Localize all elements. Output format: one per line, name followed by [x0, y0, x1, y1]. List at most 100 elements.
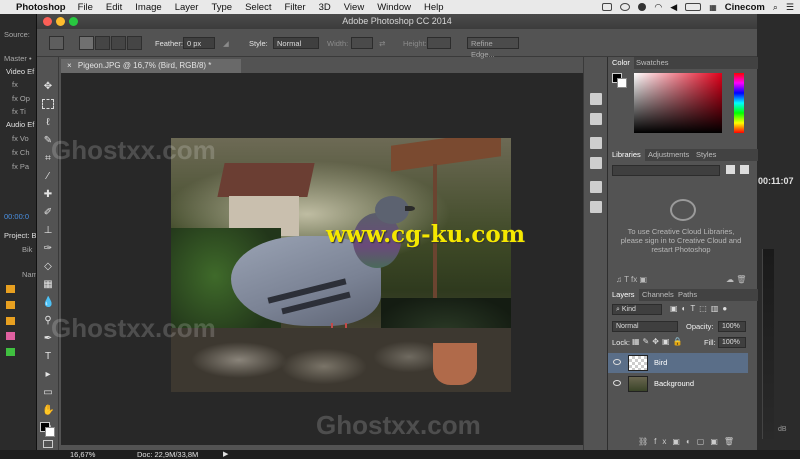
lock-icons[interactable]: ▦✎✥▣🔒: [632, 337, 685, 346]
layer-row-bird[interactable]: Bird: [608, 353, 748, 373]
canvas-area[interactable]: www.cg-ku.com Ghostxx.com Ghostxx.com Gh…: [51, 73, 609, 445]
character-panel-icon[interactable]: [590, 181, 602, 193]
fill-input[interactable]: 100%: [718, 337, 746, 348]
battery-icon[interactable]: [685, 3, 702, 11]
style-select[interactable]: Normal: [273, 37, 319, 49]
document-tab[interactable]: × Pigeon.JPG @ 16,7% (Bird, RGB/8) *: [61, 59, 241, 73]
hand-tool-icon[interactable]: ✋: [42, 405, 54, 417]
layer-row-background[interactable]: Background: [608, 374, 748, 394]
zoom-window-button[interactable]: [69, 17, 78, 26]
doc-size-info[interactable]: Doc: 22,9M/33,8M: [137, 450, 198, 459]
healing-tool-icon[interactable]: ✚: [42, 189, 54, 201]
history-panel-icon[interactable]: [590, 93, 602, 105]
feather-input[interactable]: 0 px: [183, 37, 215, 49]
spotlight-icon[interactable]: ⌕: [773, 2, 778, 13]
menu-filter[interactable]: Filter: [284, 2, 305, 13]
eyedropper-tool-icon[interactable]: ⁄: [42, 171, 54, 183]
clone-source-panel-icon[interactable]: [590, 157, 602, 169]
background-color-swatch[interactable]: [45, 427, 55, 437]
menu-window[interactable]: Window: [377, 2, 411, 13]
menu-edit[interactable]: Edit: [106, 2, 122, 13]
new-selection-button[interactable]: [79, 36, 94, 50]
layer-filter-icons[interactable]: ▣◐T⬚▥●: [670, 304, 731, 313]
notifications-icon[interactable]: ☰: [786, 2, 794, 13]
antialias-icon[interactable]: ◢: [223, 39, 229, 48]
library-select[interactable]: [612, 165, 720, 176]
user-account[interactable]: Cinecom: [725, 2, 765, 13]
list-view-icon[interactable]: [740, 165, 749, 174]
layer-name[interactable]: Bird: [654, 358, 667, 367]
library-footer-icons[interactable]: ♫ T fx ▣: [616, 275, 647, 284]
tab-libraries[interactable]: Libraries: [608, 149, 645, 161]
zoom-level[interactable]: 16,67%: [70, 450, 95, 459]
cc-icon[interactable]: [620, 3, 631, 11]
libraries-panel-tabs: Libraries Adjustments Styles: [608, 149, 758, 161]
eye-icon[interactable]: [613, 359, 621, 365]
width-input[interactable]: [351, 37, 373, 49]
bg-swatch-pink: [6, 332, 15, 340]
color-bg-swatch[interactable]: [617, 78, 627, 88]
volume-icon[interactable]: ◀: [670, 2, 677, 13]
tab-channels[interactable]: Channels: [638, 289, 678, 301]
status-arrow-icon[interactable]: ▶: [223, 450, 228, 458]
type-tool-icon[interactable]: T: [42, 351, 54, 363]
refine-edge-button[interactable]: Refine Edge...: [467, 37, 519, 59]
layer-filter-select[interactable]: ⌕ Kind: [612, 304, 662, 315]
menu-type[interactable]: Type: [211, 2, 232, 13]
library-cc-icon[interactable]: ☁ 🗑: [726, 275, 746, 284]
subtract-selection-button[interactable]: [111, 36, 126, 50]
color-field[interactable]: [634, 73, 722, 133]
hue-slider[interactable]: [734, 73, 744, 133]
quick-mask-icon[interactable]: [43, 440, 53, 448]
blend-mode-select[interactable]: Normal: [612, 321, 678, 332]
menu-select[interactable]: Select: [245, 2, 271, 13]
close-doc-icon[interactable]: ×: [67, 61, 72, 70]
pigeon-photo[interactable]: [171, 138, 511, 392]
layer-name[interactable]: Background: [654, 379, 694, 388]
close-window-button[interactable]: [43, 17, 52, 26]
paragraph-panel-icon[interactable]: [590, 201, 602, 213]
status-icon-1[interactable]: [602, 3, 613, 11]
tab-styles[interactable]: Styles: [692, 149, 720, 161]
menu-image[interactable]: Image: [135, 2, 161, 13]
eye-icon[interactable]: [613, 380, 621, 386]
layers-footer-icons[interactable]: ⛓fx▣◐▢▣🗑: [638, 437, 740, 446]
menu-help[interactable]: Help: [424, 2, 444, 13]
eraser-tool-icon[interactable]: ◇: [42, 261, 54, 273]
add-selection-button[interactable]: [95, 36, 110, 50]
brush-tool-icon[interactable]: ✐: [42, 207, 54, 219]
style-label: Style:: [249, 39, 268, 48]
menu-view[interactable]: View: [344, 2, 364, 13]
tab-paths[interactable]: Paths: [674, 289, 701, 301]
tab-color[interactable]: Color: [608, 57, 634, 69]
menu-3d[interactable]: 3D: [319, 2, 331, 13]
marquee-preset-button[interactable]: [49, 36, 64, 50]
gradient-tool-icon[interactable]: ▦: [42, 279, 54, 291]
lasso-tool-icon[interactable]: ℓ: [42, 117, 54, 129]
bg-fx-pa: fx Pa: [12, 162, 30, 171]
record-icon[interactable]: [638, 3, 647, 11]
path-select-tool-icon[interactable]: ▸: [42, 369, 54, 381]
opacity-input[interactable]: 100%: [718, 321, 746, 332]
tab-adjustments[interactable]: Adjustments: [644, 149, 693, 161]
shape-tool-icon[interactable]: ▭: [42, 387, 54, 399]
menu-file[interactable]: File: [78, 2, 93, 13]
intersect-selection-button[interactable]: [127, 36, 142, 50]
properties-panel-icon[interactable]: [590, 113, 602, 125]
tab-layers[interactable]: Layers: [608, 289, 639, 301]
minimize-window-button[interactable]: [56, 17, 65, 26]
rect-marquee-tool-icon[interactable]: [42, 99, 54, 109]
history-brush-tool-icon[interactable]: ✑: [42, 243, 54, 255]
blur-tool-icon[interactable]: 💧: [42, 297, 54, 309]
swap-icon[interactable]: ⇄: [379, 39, 385, 48]
grid-view-icon[interactable]: [726, 165, 735, 174]
move-tool-icon[interactable]: ✥: [42, 81, 54, 93]
wifi-icon[interactable]: ◠: [654, 2, 662, 13]
stamp-tool-icon[interactable]: ⊥: [42, 225, 54, 237]
menu-app-name[interactable]: Photoshop: [16, 2, 66, 13]
menu-layer[interactable]: Layer: [175, 2, 199, 13]
tab-swatches[interactable]: Swatches: [632, 57, 673, 69]
brush-panel-icon[interactable]: [590, 137, 602, 149]
flag-icon[interactable]: ▦: [709, 3, 717, 12]
height-input[interactable]: [427, 37, 451, 49]
